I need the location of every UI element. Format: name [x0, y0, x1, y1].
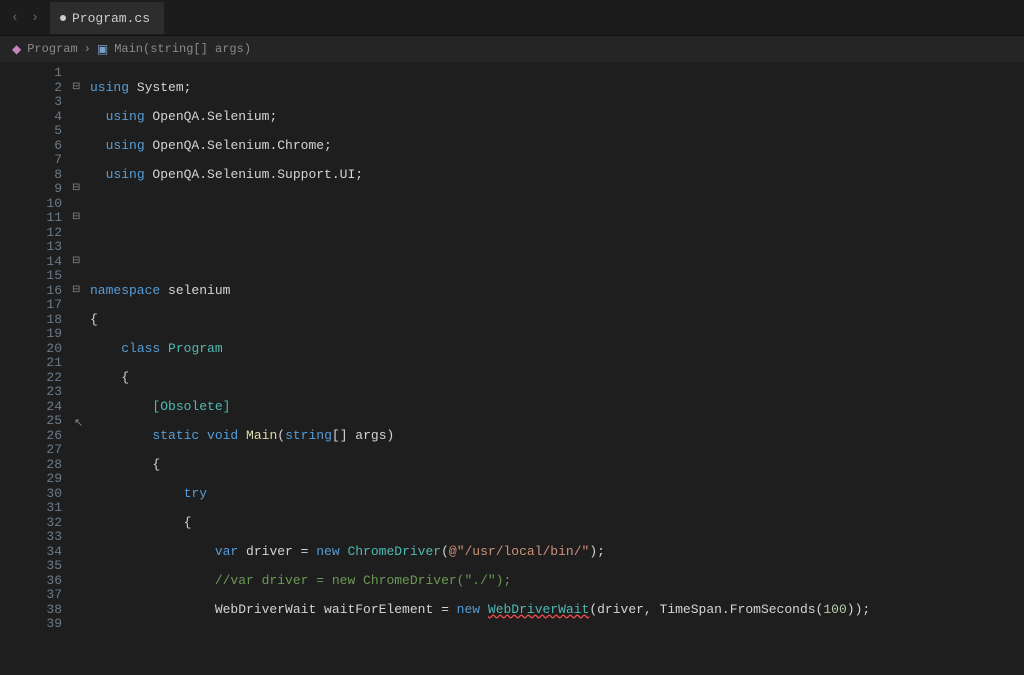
fold-column[interactable]: ⊟⊟⊟⊟⊟ [72, 62, 90, 641]
code-area[interactable]: using System; using OpenQA.Selenium; usi… [90, 62, 1024, 641]
line-number: 19 [0, 327, 62, 342]
line-number: 35 [0, 559, 62, 574]
line-number: 34 [0, 545, 62, 560]
method-icon: ▣ [97, 42, 108, 57]
line-number: 30 [0, 487, 62, 502]
class-icon: ◆ [12, 42, 21, 57]
line-number: 36 [0, 574, 62, 589]
line-number: 2 [0, 81, 62, 96]
cursor-glyph-icon: ↖ [74, 416, 83, 430]
modified-indicator-icon [60, 15, 66, 21]
line-number: 39 [0, 617, 62, 632]
nav-forward-icon[interactable]: › [26, 9, 44, 27]
line-number: 9 [0, 182, 62, 197]
file-tab[interactable]: Program.cs [50, 2, 164, 34]
line-number: 26 [0, 429, 62, 444]
line-number: 8 [0, 168, 62, 183]
line-number: 15 [0, 269, 62, 284]
line-number: 32 [0, 516, 62, 531]
line-number: 31 [0, 501, 62, 516]
nav-back-icon[interactable]: ‹ [6, 9, 24, 27]
line-number: 4 [0, 110, 62, 125]
breadcrumb-sep: › [84, 42, 91, 56]
line-number: 16 [0, 284, 62, 299]
line-number: 23 [0, 385, 62, 400]
line-number: 17 [0, 298, 62, 313]
line-number: 22 [0, 371, 62, 386]
line-number: 24 [0, 400, 62, 415]
line-number: 12 [0, 226, 62, 241]
breadcrumb-method[interactable]: Main(string[] args) [114, 42, 251, 56]
line-number: 3 [0, 95, 62, 110]
code-editor[interactable]: 1234567891011121314151617181920212223242… [0, 62, 1024, 641]
line-number: 33 [0, 530, 62, 545]
line-number: 7 [0, 153, 62, 168]
line-number: 29 [0, 472, 62, 487]
line-number: 38 [0, 603, 62, 618]
line-number: 18 [0, 313, 62, 328]
line-number: 27 [0, 443, 62, 458]
line-number: 14 [0, 255, 62, 270]
line-number: 11 [0, 211, 62, 226]
tab-filename: Program.cs [72, 11, 150, 26]
line-number: 20 [0, 342, 62, 357]
breadcrumb-class[interactable]: Program [27, 42, 77, 56]
tabbar: ‹ › Program.cs [0, 0, 1024, 36]
line-number: 37 [0, 588, 62, 603]
line-number: 10 [0, 197, 62, 212]
line-number: 21 [0, 356, 62, 371]
line-number: 13 [0, 240, 62, 255]
line-number: 5 [0, 124, 62, 139]
line-number: 28 [0, 458, 62, 473]
breadcrumb: ◆ Program › ▣ Main(string[] args) [0, 36, 1024, 62]
line-number: 1 [0, 66, 62, 81]
line-number: 6 [0, 139, 62, 154]
nav-arrows: ‹ › [0, 9, 50, 27]
line-number: 25 [0, 414, 62, 429]
line-number-gutter: 1234567891011121314151617181920212223242… [0, 62, 72, 641]
